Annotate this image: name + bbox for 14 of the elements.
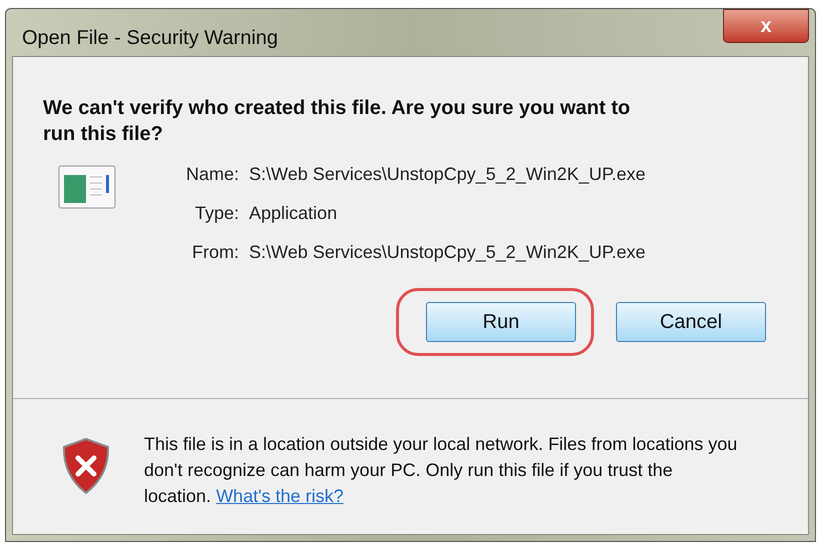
warning-text: This file is in a location outside your local network. Files from locations you don't recognize can harm your PC. Only run this file if you trust the location. What's the risk? (144, 433, 738, 508)
dialog-button[interactable]: Run (426, 302, 576, 342)
field-value: Application (249, 202, 338, 225)
field-value: S:\Web Services\UnstopCpy_5_2_Win2K_UP.exe (249, 241, 646, 264)
field-label: From: (191, 241, 240, 264)
window-title: Open File - Security Warning (22, 26, 278, 51)
field-label: Name: (186, 163, 240, 186)
application-icon (58, 165, 116, 209)
risk-link[interactable]: What's the risk? (216, 486, 344, 506)
field-value: S:\Web Services\UnstopCpy_5_2_Win2K_UP.exe (249, 163, 646, 186)
dialog-button[interactable]: Cancel (616, 302, 766, 342)
error-shield-icon (61, 437, 111, 495)
warning-heading: We can't verify who created this file. Are you sure you want to run this file? (43, 96, 632, 147)
field-label: Type: (194, 202, 240, 225)
